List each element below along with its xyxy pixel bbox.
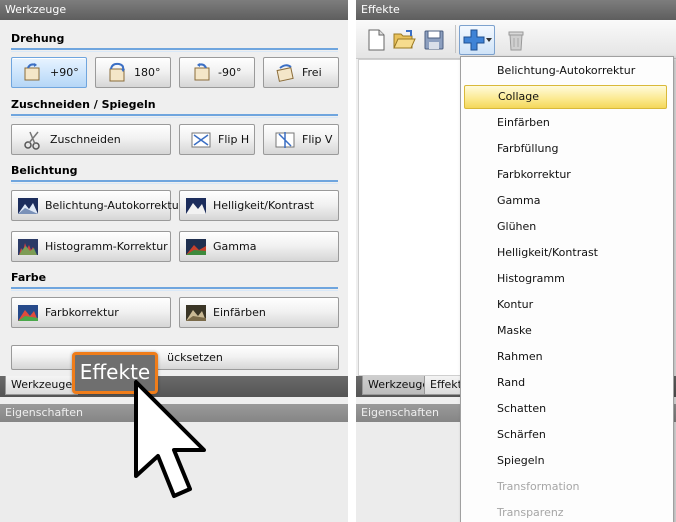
color-correction-icon [18,304,38,321]
button-label: -90° [218,66,242,79]
colorize-icon [186,304,206,321]
menu-item[interactable]: Belichtung-Autokorrektur [464,59,667,83]
menu-item[interactable]: Spiegeln [464,449,667,473]
rotate-180-icon [109,62,125,81]
menu-item: Transformation [497,480,580,493]
flip-h-button[interactable]: Flip H [179,124,255,155]
button-label: Frei [302,66,322,79]
menu-item[interactable]: Gamma [464,189,667,213]
button-label: 180° [134,66,161,79]
button-label: Einfärben [213,306,266,319]
rotate-ccw-icon [194,62,210,80]
chevron-down-icon [486,38,492,42]
landscape-icon [18,197,38,214]
gamma-icon [186,238,206,255]
histogram-button[interactable]: Histogramm-Korrektur [11,231,171,262]
menu-item[interactable]: Maske [464,319,667,343]
crop-button[interactable]: Zuschneiden [11,124,171,155]
effects-list[interactable] [358,59,461,376]
rotate-free-button[interactable]: Frei [263,57,339,88]
menu-item[interactable]: Rand [464,371,667,395]
rotate-180-button[interactable]: 180° [95,57,171,88]
menu-item[interactable]: Collage [464,85,667,109]
button-label: Belichtung-Autokorrektur [45,199,184,212]
cursor-arrow-icon [134,380,206,498]
menu-item[interactable]: Farbfüllung [464,137,667,161]
auto-exposure-button[interactable]: Belichtung-Autokorrektur [11,190,183,221]
toolbar-separator [455,25,456,53]
histogram-icon [18,238,38,255]
flip-vertical-icon [275,131,295,148]
brightness-contrast-icon [186,197,206,214]
color-correction-button[interactable]: Farbkorrektur [11,297,171,328]
add-icon [463,29,485,51]
effects-panel: Effekte Werkzeuge Effekte Eigenschaften … [356,0,676,522]
rotate-cw-icon [24,62,40,80]
button-label: Gamma [213,240,257,253]
rotate-free-icon [276,63,294,82]
button-label: Farbkorrektur [45,306,119,319]
brightness-contrast-button[interactable]: Helligkeit/Kontrast [179,190,339,221]
section-rotation: Drehung [11,32,338,52]
section-crop: Zuschneiden / Spiegeln [11,98,338,118]
button-label: Flip V [302,133,333,146]
colorize-button[interactable]: Einfärben [179,297,339,328]
reset-button[interactable]: ücksetzen [11,345,339,370]
menu-item[interactable]: Farbkorrektur [464,163,667,187]
rotate-cw-button[interactable]: +90° [11,57,87,88]
section-exposure: Belichtung [11,164,338,184]
button-label: Histogramm-Korrektur [45,240,168,253]
button-label: +90° [50,66,79,79]
rotate-ccw-button[interactable]: -90° [179,57,255,88]
menu-item[interactable]: Einfärben [464,111,667,135]
new-icon[interactable] [364,28,388,52]
panel-divider [348,0,356,522]
menu-item[interactable]: Histogramm [464,267,667,291]
tab-werkzeuge[interactable]: Werkzeuge [5,376,79,395]
save-icon[interactable] [422,28,446,52]
button-label: Flip H [218,133,250,146]
gamma-button[interactable]: Gamma [179,231,339,262]
button-label: Helligkeit/Kontrast [213,199,314,212]
menu-item[interactable]: Schärfen [464,423,667,447]
menu-item[interactable]: Kontur [464,293,667,317]
scissors-icon [24,131,40,150]
add-effect-button[interactable] [459,25,495,55]
add-effect-menu: Belichtung-Autokorrektur Collage Einfärben… [460,56,674,522]
section-color: Farbe [11,271,338,291]
menu-item[interactable]: Glühen [464,215,667,239]
open-icon[interactable] [392,28,416,52]
menu-item[interactable]: Rahmen [464,345,667,369]
menu-item: Transparenz [497,506,564,519]
flip-horizontal-icon [191,132,211,147]
delete-icon[interactable] [504,28,528,52]
panel-title: Werkzeuge [0,0,348,20]
menu-item[interactable]: Schatten [464,397,667,421]
button-label: Zuschneiden [50,133,121,146]
panel-title: Effekte [356,0,676,20]
flip-v-button[interactable]: Flip V [263,124,339,155]
menu-item[interactable]: Helligkeit/Kontrast [464,241,667,265]
effects-toolbar [356,20,676,59]
